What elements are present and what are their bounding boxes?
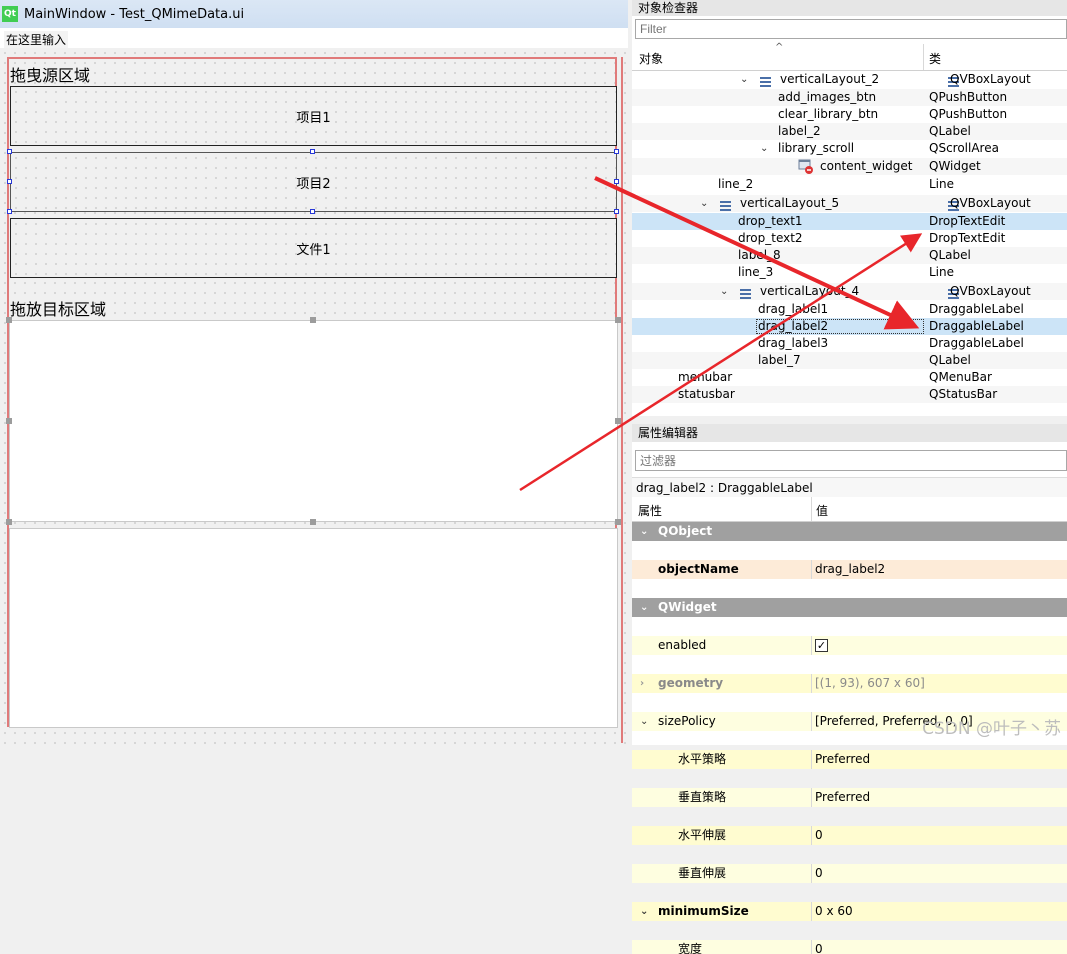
prop-value[interactable]: 0: [815, 864, 823, 883]
prop-row-minimumsize[interactable]: ⌄ minimumSize 0 x 60: [632, 902, 1067, 921]
prop-name: 垂直策略: [678, 790, 727, 804]
prop-value[interactable]: 0: [815, 826, 823, 845]
prop-name: minimumSize: [658, 904, 749, 918]
prop-value[interactable]: Preferred: [815, 750, 870, 769]
prop-value[interactable]: 0: [815, 940, 823, 954]
arrow-drop-to-source: [519, 233, 923, 492]
arrow-drag-to-target: [594, 176, 920, 330]
prop-row-vpolicy[interactable]: 垂直策略 Preferred: [632, 788, 1067, 807]
prop-row-width[interactable]: 宽度 0: [632, 940, 1067, 954]
prop-name: 垂直伸展: [678, 866, 727, 880]
prop-name: 宽度: [678, 942, 703, 954]
prop-name: 水平策略: [678, 752, 727, 766]
col-divider: [811, 826, 812, 845]
prop-row-vstretch[interactable]: 垂直伸展 0: [632, 864, 1067, 883]
col-divider: [811, 940, 812, 954]
prop-value[interactable]: Preferred: [815, 788, 870, 807]
prop-name: 水平伸展: [678, 828, 727, 842]
annotation-arrows: [519, 176, 923, 492]
col-divider: [811, 864, 812, 883]
col-divider: [811, 750, 812, 769]
chevron-down-icon[interactable]: ⌄: [640, 902, 648, 921]
prop-row-hpolicy[interactable]: 水平策略 Preferred: [632, 750, 1067, 769]
col-divider: [811, 902, 812, 921]
prop-value[interactable]: 0 x 60: [815, 902, 853, 921]
col-divider: [811, 788, 812, 807]
prop-row-hstretch[interactable]: 水平伸展 0: [632, 826, 1067, 845]
watermark: CSDN @叶子丶苏: [922, 719, 1061, 739]
